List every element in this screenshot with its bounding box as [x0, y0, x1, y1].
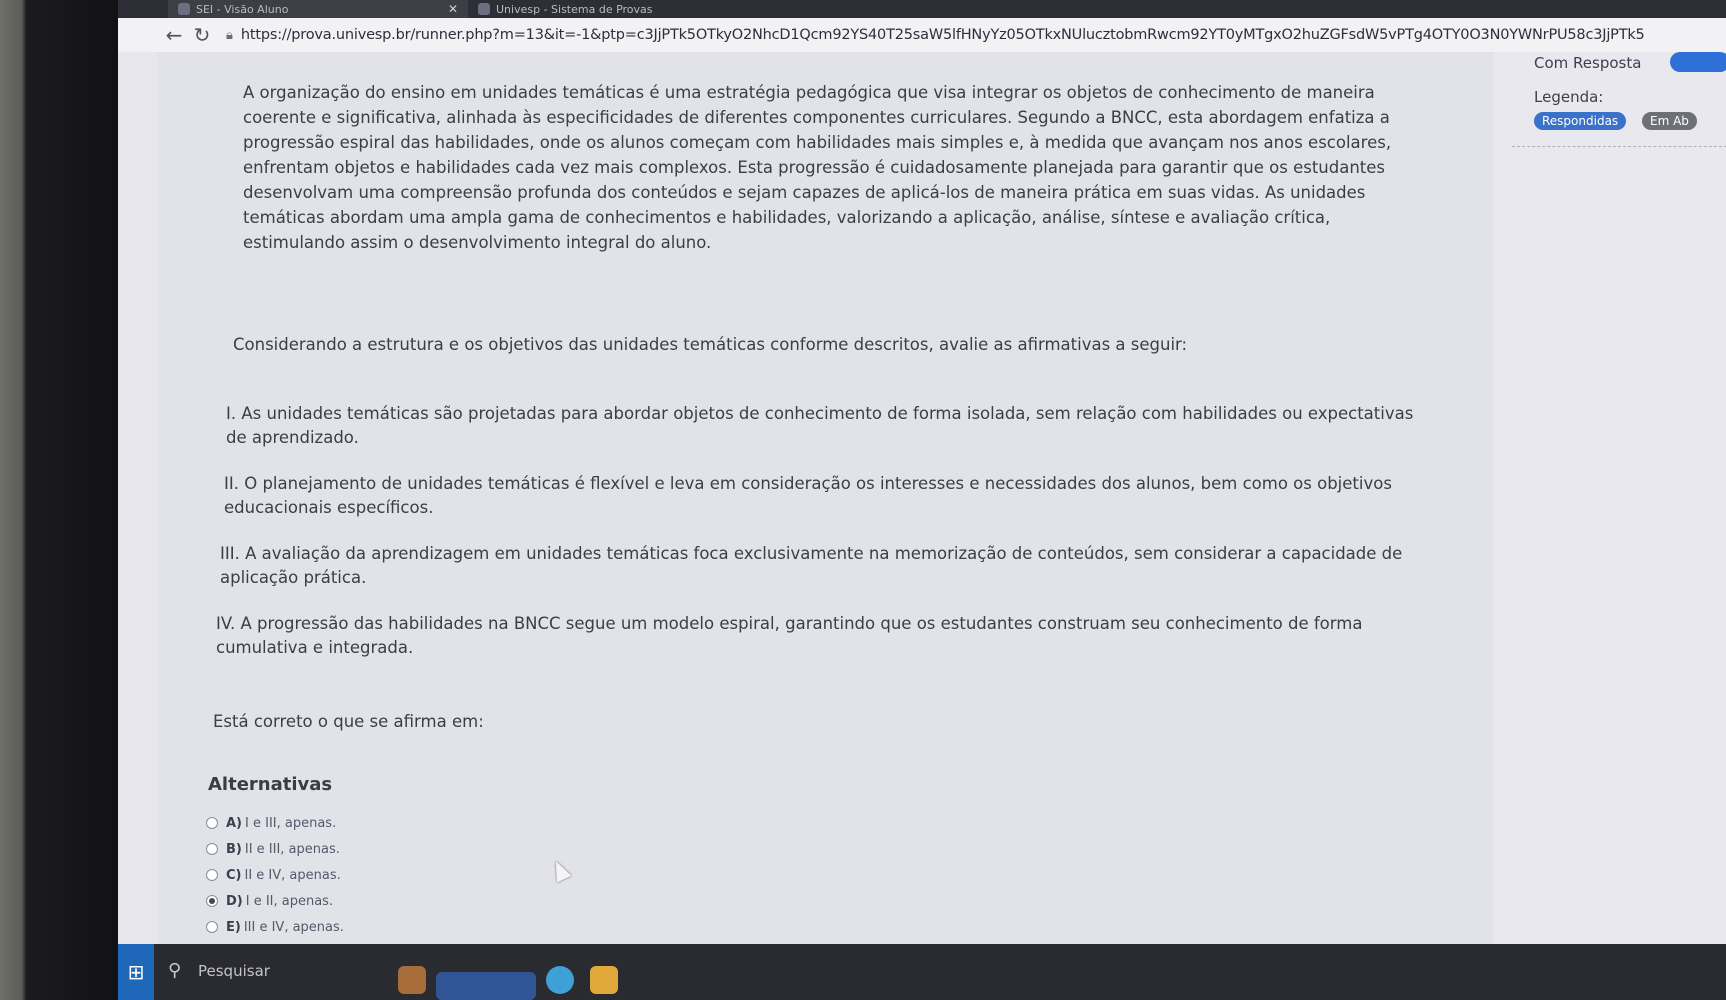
- reload-icon[interactable]: ↻: [188, 23, 216, 47]
- exam-page: A organização do ensino em unidades temá…: [118, 52, 1726, 1000]
- close-tab-icon[interactable]: ✕: [448, 2, 458, 16]
- badge-answered: Respondidas: [1534, 112, 1627, 130]
- alternative-d[interactable]: D) I e II, apenas.: [206, 888, 344, 914]
- alternative-text: I e II, apenas.: [245, 893, 334, 909]
- alternative-text: II e III, apenas.: [244, 841, 340, 857]
- alternative-letter: C): [226, 867, 242, 883]
- mouse-cursor-icon: [548, 857, 572, 883]
- alternative-text: II e IV, apenas.: [244, 867, 341, 883]
- browser-tab-sei[interactable]: SEI - Visão Aluno ✕: [168, 0, 468, 18]
- statement-1: I. As unidades temáticas são projetadas …: [226, 404, 1414, 447]
- question-intro: A organização do ensino em unidades temá…: [243, 83, 1392, 252]
- radio-e[interactable]: [206, 921, 218, 933]
- taskbar-app-icon[interactable]: [398, 966, 426, 994]
- tab-favicon-icon: [178, 3, 190, 15]
- taskbar-app-icon[interactable]: [436, 972, 536, 1000]
- statement-2: II. O planejamento de unidades temáticas…: [224, 474, 1392, 517]
- alternative-letter: E): [226, 919, 241, 935]
- alternative-b[interactable]: B) II e III, apenas.: [206, 836, 344, 862]
- legend-label: Legenda:: [1534, 88, 1604, 106]
- sidebar-title: Com Resposta: [1534, 54, 1642, 72]
- alternative-letter: B): [226, 841, 242, 857]
- question-closing: Está correto o que se afirma em:: [213, 712, 484, 731]
- browser-tabstrip: SEI - Visão Aluno ✕ Univesp - Sistema de…: [118, 0, 1726, 18]
- taskbar-search[interactable]: Pesquisar: [198, 962, 270, 980]
- search-icon[interactable]: ⚲: [168, 960, 181, 981]
- alternative-text: I e III, apenas.: [245, 815, 337, 831]
- windows-start-icon[interactable]: ⊞: [118, 944, 154, 1000]
- question-panel: A organização do ensino em unidades temá…: [158, 52, 1495, 1000]
- taskbar-app-icon[interactable]: [590, 966, 618, 994]
- statement-4: IV. A progressão das habilidades na BNCC…: [216, 614, 1363, 657]
- badge-open: Em Ab: [1642, 112, 1697, 130]
- radio-a[interactable]: [206, 817, 218, 829]
- radio-d[interactable]: [206, 895, 218, 907]
- taskbar: ⊞ ⚲ Pesquisar: [118, 944, 1726, 1000]
- radio-b[interactable]: [206, 843, 218, 855]
- question-prompt: Considerando a estrutura e os objetivos …: [233, 335, 1188, 354]
- alternatives-title: Alternativas: [208, 774, 333, 795]
- alternative-c[interactable]: C) II e IV, apenas.: [206, 862, 344, 888]
- legend: Legenda: Respondidas Em Ab: [1512, 84, 1726, 147]
- alternative-e[interactable]: E) III e IV, apenas.: [206, 914, 344, 940]
- alternative-a[interactable]: A) I e III, apenas.: [206, 810, 344, 836]
- screen: SEI - Visão Aluno ✕ Univesp - Sistema de…: [118, 0, 1726, 1000]
- url-field[interactable]: https://prova.univesp.br/runner.php?m=13…: [241, 27, 1645, 43]
- alternative-text: III e IV, apenas.: [243, 919, 344, 935]
- lock-icon[interactable]: 🔒︎: [226, 28, 233, 43]
- tab-favicon-icon: [478, 3, 490, 15]
- monitor-bezel: [0, 0, 120, 1000]
- alternative-letter: D): [226, 893, 243, 909]
- tab-title: Univesp - Sistema de Provas: [496, 2, 653, 16]
- tab-title: SEI - Visão Aluno: [196, 2, 289, 16]
- taskbar-app-icon[interactable]: [546, 966, 574, 994]
- back-arrow-icon[interactable]: ←: [160, 23, 188, 47]
- answer-sidebar: Com Resposta Legenda: Respondidas Em Ab: [1494, 52, 1726, 1000]
- alternatives-list: A) I e III, apenas. B) II e III, apenas.…: [206, 810, 344, 940]
- address-bar: ← ↻ 🔒︎ https://prova.univesp.br/runner.p…: [118, 18, 1726, 52]
- alternative-letter: A): [226, 815, 243, 831]
- toggle-pill[interactable]: [1670, 52, 1726, 72]
- browser-tab-univesp[interactable]: Univesp - Sistema de Provas: [468, 0, 758, 18]
- statement-3: III. A avaliação da aprendizagem em unid…: [220, 544, 1403, 587]
- radio-c[interactable]: [206, 869, 218, 881]
